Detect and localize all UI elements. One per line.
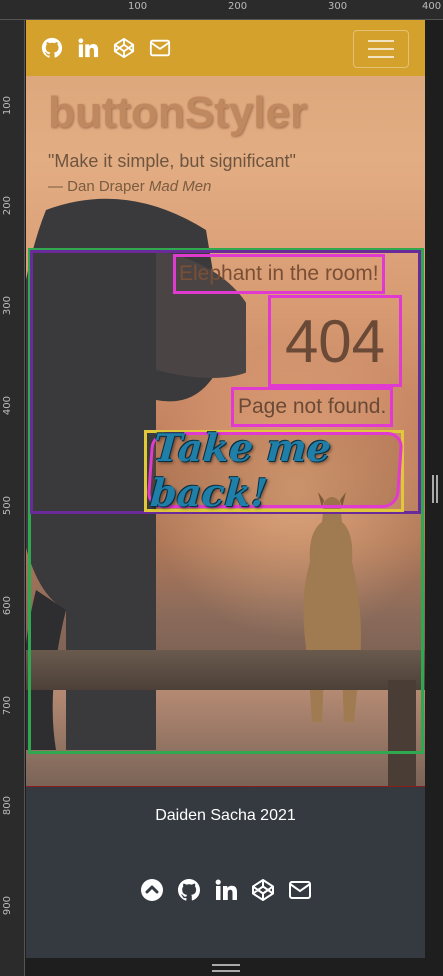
page-viewport: buttonStyler "Make it simple, but signif… <box>26 20 425 958</box>
ruler-label: 400 <box>2 396 13 416</box>
ruler-left: 100 200 300 400 500 600 700 800 900 <box>0 20 25 976</box>
ruler-label: 300 <box>328 1 348 12</box>
hamburger-line <box>368 48 394 50</box>
hamburger-line <box>368 56 394 58</box>
ruler-label: 600 <box>2 596 13 616</box>
footer-icon-row <box>26 877 425 903</box>
ruler-label: 800 <box>2 796 13 816</box>
bottom-resize-handle[interactable] <box>212 964 240 972</box>
github-icon[interactable] <box>176 877 202 903</box>
footer: Daiden Sacha 2021 <box>26 786 425 958</box>
take-me-back-button[interactable]: Take me back! <box>146 425 404 515</box>
error-tagline: Elephant in the room! <box>173 254 385 294</box>
hamburger-menu-icon[interactable] <box>353 30 409 68</box>
codepen-icon[interactable] <box>112 36 136 60</box>
navbar <box>26 20 425 76</box>
ruler-label: 300 <box>2 296 13 316</box>
hero-quote: "Make it simple, but significant" <box>48 151 296 171</box>
ruler-label: 200 <box>2 196 13 216</box>
error-message: Page not found. <box>231 387 394 427</box>
ruler-label: 700 <box>2 696 13 716</box>
ruler-label: 100 <box>128 1 148 12</box>
ruler-top: 100 200 300 400 <box>0 0 443 20</box>
footer-credit: Daiden Sacha 2021 <box>155 807 296 824</box>
linkedin-icon[interactable] <box>213 877 239 903</box>
codepen-icon[interactable] <box>250 877 276 903</box>
ruler-label: 900 <box>2 896 13 916</box>
brand-title: buttonStyler <box>48 88 308 137</box>
ruler-label: 400 <box>422 1 442 12</box>
error-code: 404 <box>268 295 402 387</box>
hamburger-line <box>368 40 394 42</box>
attribution-author: — Dan Draper <box>48 178 145 195</box>
ruler-label: 200 <box>228 1 248 12</box>
github-icon[interactable] <box>40 36 64 60</box>
linkedin-icon[interactable] <box>76 36 100 60</box>
chevron-up-circle-icon[interactable] <box>139 877 165 903</box>
quote-attribution: — Dan Draper Mad Men <box>48 178 211 195</box>
side-resize-handle[interactable] <box>432 475 438 503</box>
mail-icon[interactable] <box>287 877 313 903</box>
ruler-label: 500 <box>2 496 13 516</box>
mail-icon[interactable] <box>148 36 172 60</box>
attribution-source: Mad Men <box>148 178 212 195</box>
ruler-label: 100 <box>2 96 13 116</box>
